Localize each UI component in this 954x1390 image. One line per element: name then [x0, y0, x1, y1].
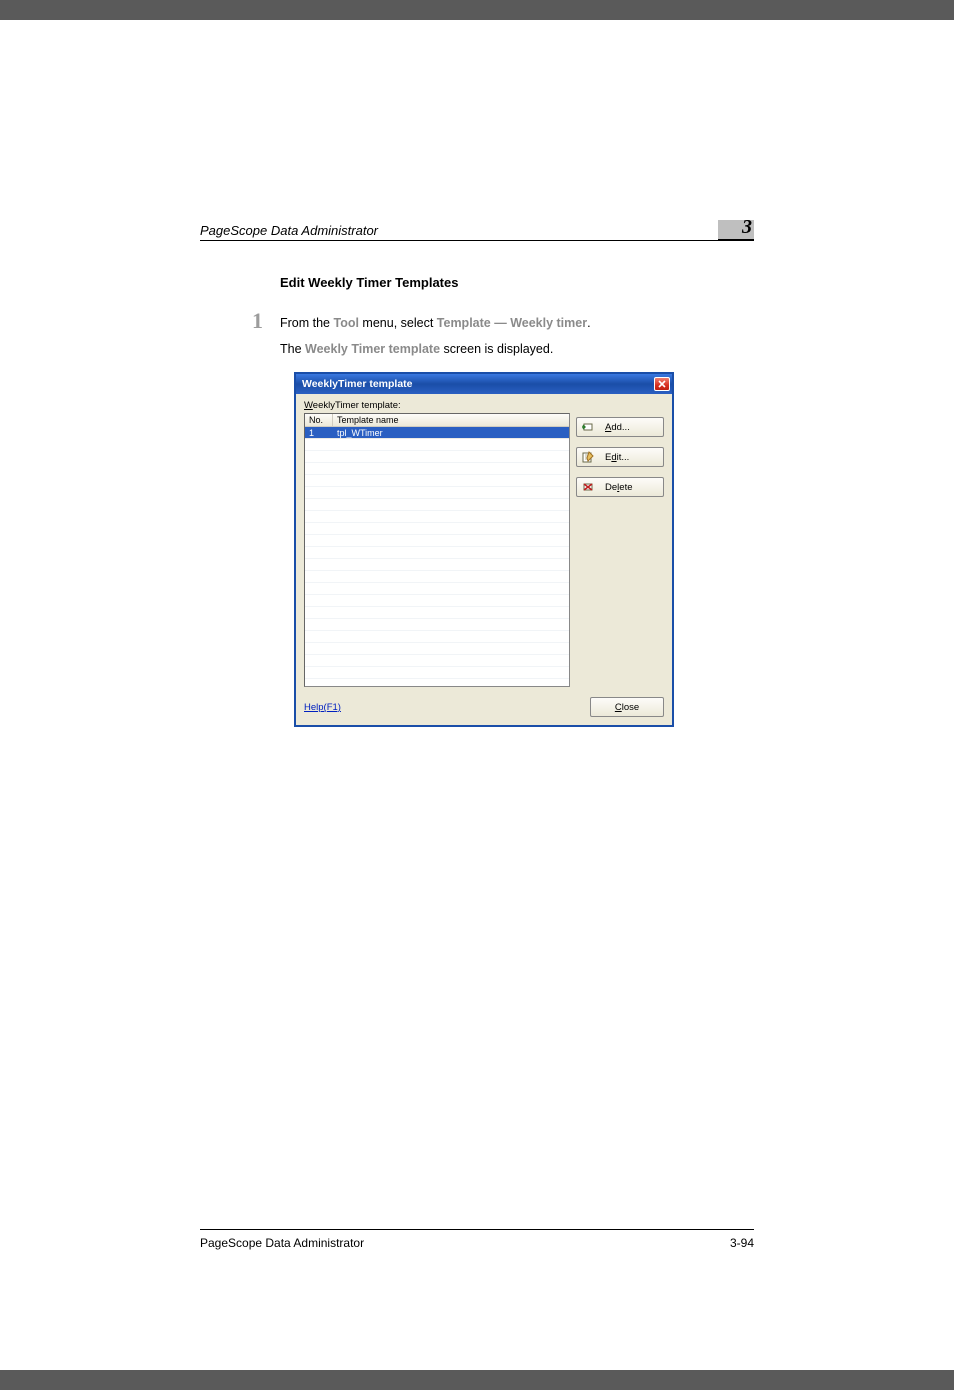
step-subtext: The Weekly Timer template screen is disp… — [280, 340, 754, 358]
add-label: Add... — [605, 422, 630, 433]
list-item — [305, 619, 569, 631]
list-item — [305, 607, 569, 619]
template-list[interactable]: No. Template name 1 tpl_WTimer — [304, 413, 570, 687]
list-rows: 1 tpl_WTimer — [305, 427, 569, 679]
list-item — [305, 547, 569, 559]
list-item — [305, 439, 569, 451]
close-label: Close — [615, 702, 639, 713]
delete-button[interactable]: Delete — [576, 477, 664, 497]
close-icon[interactable] — [654, 377, 670, 391]
content-row: No. Template name 1 tpl_WTimer — [304, 413, 664, 687]
list-item — [305, 583, 569, 595]
step-number: 1 — [252, 310, 280, 332]
list-item — [305, 463, 569, 475]
section-heading: Edit Weekly Timer Templates — [280, 275, 754, 290]
footer-page: 3-94 — [730, 1236, 754, 1250]
header-title: PageScope Data Administrator — [200, 223, 718, 238]
list-item — [305, 535, 569, 547]
edit-label: Edit... — [605, 452, 629, 463]
add-icon — [581, 420, 595, 434]
chapter-badge: 3 — [718, 220, 754, 240]
weekly-timer-dialog: WeeklyTimer template WeeklyTimer templat… — [294, 372, 674, 727]
list-header: No. Template name — [305, 414, 569, 427]
list-item — [305, 655, 569, 667]
footer-title: PageScope Data Administrator — [200, 1236, 364, 1250]
dialog-title: WeeklyTimer template — [302, 378, 654, 390]
dialog-footer: Help(F1) Close — [304, 697, 664, 717]
list-item — [305, 475, 569, 487]
edit-button[interactable]: Edit... — [576, 447, 664, 467]
list-item[interactable]: 1 tpl_WTimer — [305, 427, 569, 439]
help-link[interactable]: Help(F1) — [304, 702, 341, 713]
close-button[interactable]: Close — [590, 697, 664, 717]
list-item — [305, 523, 569, 535]
list-item — [305, 511, 569, 523]
dialog-body: WeeklyTimer template: No. Template name … — [296, 394, 672, 725]
list-label: WeeklyTimer template: — [304, 400, 664, 411]
list-item — [305, 595, 569, 607]
step-1: 1 From the Tool menu, select Template — … — [252, 310, 754, 332]
list-item — [305, 571, 569, 583]
delete-icon — [581, 480, 595, 494]
delete-label: Delete — [605, 482, 633, 493]
list-item — [305, 643, 569, 655]
column-name[interactable]: Template name — [333, 414, 569, 426]
list-item — [305, 631, 569, 643]
page-header: PageScope Data Administrator 3 — [200, 220, 754, 241]
page-footer: PageScope Data Administrator 3-94 — [200, 1229, 754, 1250]
titlebar[interactable]: WeeklyTimer template — [296, 374, 672, 394]
list-item — [305, 487, 569, 499]
list-item — [305, 499, 569, 511]
document-page: PageScope Data Administrator 3 Edit Week… — [0, 20, 954, 1370]
column-no[interactable]: No. — [305, 414, 333, 426]
list-item — [305, 667, 569, 679]
edit-icon — [581, 450, 595, 464]
add-button[interactable]: Add... — [576, 417, 664, 437]
list-item — [305, 451, 569, 463]
step-text: From the Tool menu, select Template — We… — [280, 310, 754, 332]
button-column: Add... Edit... Delete — [576, 413, 664, 497]
list-item — [305, 559, 569, 571]
